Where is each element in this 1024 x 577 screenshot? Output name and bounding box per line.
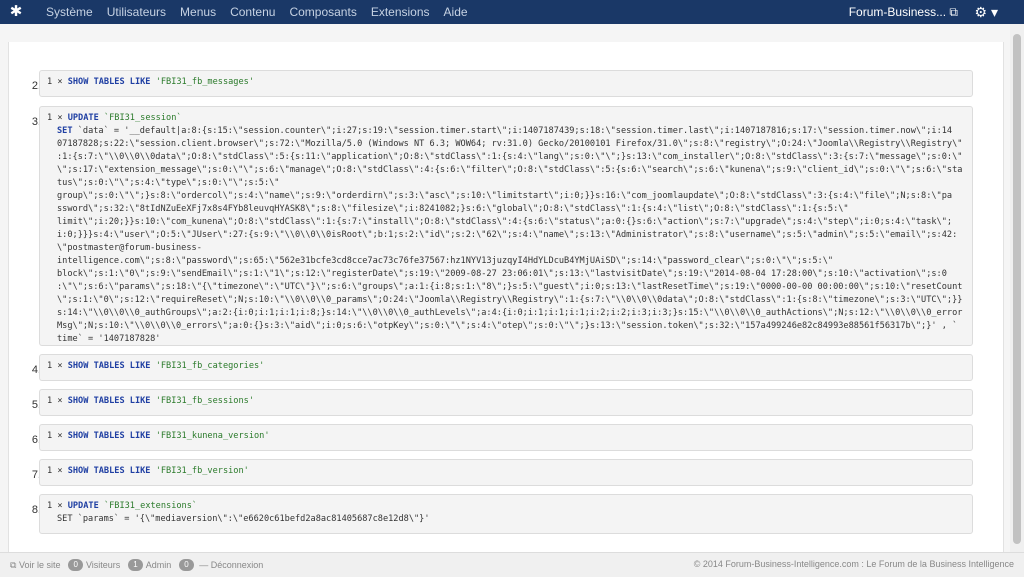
query-box: 1 × SHOW TABLES LIKE 'FBI31_fb_sessions' xyxy=(39,389,973,416)
main-menu: Système Utilisateurs Menus Contenu Compo… xyxy=(46,0,482,24)
debug-content: 2. 1 × SHOW TABLES LIKE 'FBI31_fb_messag… xyxy=(0,24,1010,552)
query-list-panel: 2. 1 × SHOW TABLES LIKE 'FBI31_fb_messag… xyxy=(8,42,1004,552)
admin-label: Admin xyxy=(145,560,172,570)
menu-composants[interactable]: Composants xyxy=(289,0,356,24)
query-box: 1 × SHOW TABLES LIKE 'FBI31_fb_messages' xyxy=(39,70,973,97)
menu-contenu[interactable]: Contenu xyxy=(230,0,275,24)
admin-topbar: ✱ Système Utilisateurs Menus Contenu Com… xyxy=(0,0,1024,24)
view-site-link[interactable]: Voir le site xyxy=(19,560,61,570)
menu-utilisateurs[interactable]: Utilisateurs xyxy=(107,0,166,24)
site-name: Forum-Business... xyxy=(848,5,947,19)
copyright: © 2014 Forum-Business-Intelligence.com :… xyxy=(693,559,1014,569)
menu-aide[interactable]: Aide xyxy=(444,0,468,24)
external-link-icon: ⧉ xyxy=(949,5,958,19)
scrollbar[interactable] xyxy=(1010,24,1024,552)
query-box: 1 × UPDATE `FBI31_extensions` SET `param… xyxy=(39,494,973,534)
admin-badge: 1 xyxy=(128,559,143,571)
gear-icon[interactable]: ⚙ ▾ xyxy=(975,0,998,24)
site-link[interactable]: Forum-Business... ⧉ xyxy=(849,0,958,24)
logout-badge: 0 xyxy=(179,559,194,571)
external-link-icon: ⧉ xyxy=(10,559,17,570)
logout-link[interactable]: Déconnexion xyxy=(211,560,264,570)
visitors-label: Visiteurs xyxy=(85,560,121,570)
scrollbar-thumb[interactable] xyxy=(1013,34,1021,544)
menu-extensions[interactable]: Extensions xyxy=(371,0,430,24)
query-box: 1 × SHOW TABLES LIKE 'FBI31_kunena_versi… xyxy=(39,424,973,451)
status-footer: ⧉ Voir le site 0 Visiteurs 1 Admin 0 — Déc… xyxy=(0,552,1024,577)
minus-icon: — xyxy=(199,560,209,570)
query-box-session: 1 × UPDATE `FBI31_session` SET `data` = … xyxy=(39,106,973,346)
joomla-logo-icon[interactable]: ✱ xyxy=(8,4,24,20)
visitors-badge: 0 xyxy=(68,559,83,571)
query-box: 1 × SHOW TABLES LIKE 'FBI31_fb_version' xyxy=(39,459,973,486)
menu-systeme[interactable]: Système xyxy=(46,0,93,24)
query-box: 1 × SHOW TABLES LIKE 'FBI31_fb_categorie… xyxy=(39,354,973,381)
menu-menus[interactable]: Menus xyxy=(180,0,216,24)
